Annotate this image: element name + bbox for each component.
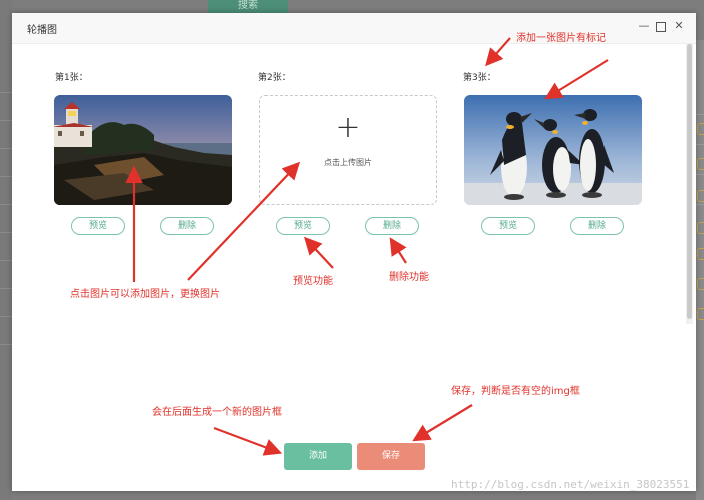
slot-1-image[interactable]	[54, 95, 232, 205]
slot-3-delete-button[interactable]: 删除	[570, 217, 624, 235]
add-button[interactable]: 添加	[284, 443, 352, 470]
carousel-modal: 轮播图 — ✕ 第1张：	[12, 13, 696, 491]
annotation-click-to-change: 点击图片可以添加图片，更换图片	[70, 285, 220, 300]
upload-hint: 点击上传图片	[260, 157, 436, 168]
penguins-image	[464, 95, 642, 205]
modal-scrollbar[interactable]	[686, 44, 693, 324]
slot-3-label: 第3张：	[463, 70, 496, 83]
slot-2-preview-button[interactable]: 预览	[276, 217, 330, 235]
annotation-save-checks: 保存，判断是否有空的img框	[451, 382, 580, 397]
annotation-add-generates: 会在后面生成一个新的图片框	[152, 403, 282, 418]
slot-2-label: 第2张：	[258, 70, 291, 83]
slot-3-image[interactable]	[464, 95, 642, 205]
background-left-strip	[0, 0, 12, 500]
scrollbar-thumb[interactable]	[687, 44, 692, 319]
annotation-delete-feature: 删除功能	[389, 268, 429, 283]
maximize-icon[interactable]	[656, 22, 666, 32]
plus-icon: +	[260, 113, 436, 143]
annotation-new-image-marker: 添加一张图片有标记	[516, 29, 606, 44]
slot-1-delete-button[interactable]: 删除	[160, 217, 214, 235]
annotation-preview-feature: 预览功能	[293, 272, 333, 287]
background-right-strip	[696, 40, 704, 500]
close-icon[interactable]: ✕	[673, 20, 685, 32]
slot-3-preview-button[interactable]: 预览	[481, 217, 535, 235]
save-button[interactable]: 保存	[357, 443, 425, 470]
lighthouse-image	[54, 95, 232, 205]
minimize-icon[interactable]: —	[638, 20, 650, 32]
slot-1-preview-button[interactable]: 预览	[71, 217, 125, 235]
background-search-button: 搜索	[208, 0, 288, 13]
watermark: http://blog.csdn.net/weixin_38023551	[451, 478, 689, 491]
slot-2-delete-button[interactable]: 删除	[365, 217, 419, 235]
slot-2-upload-area[interactable]: + 点击上传图片	[259, 95, 437, 205]
slot-1-label: 第1张：	[55, 70, 88, 83]
modal-title: 轮播图	[27, 21, 57, 36]
